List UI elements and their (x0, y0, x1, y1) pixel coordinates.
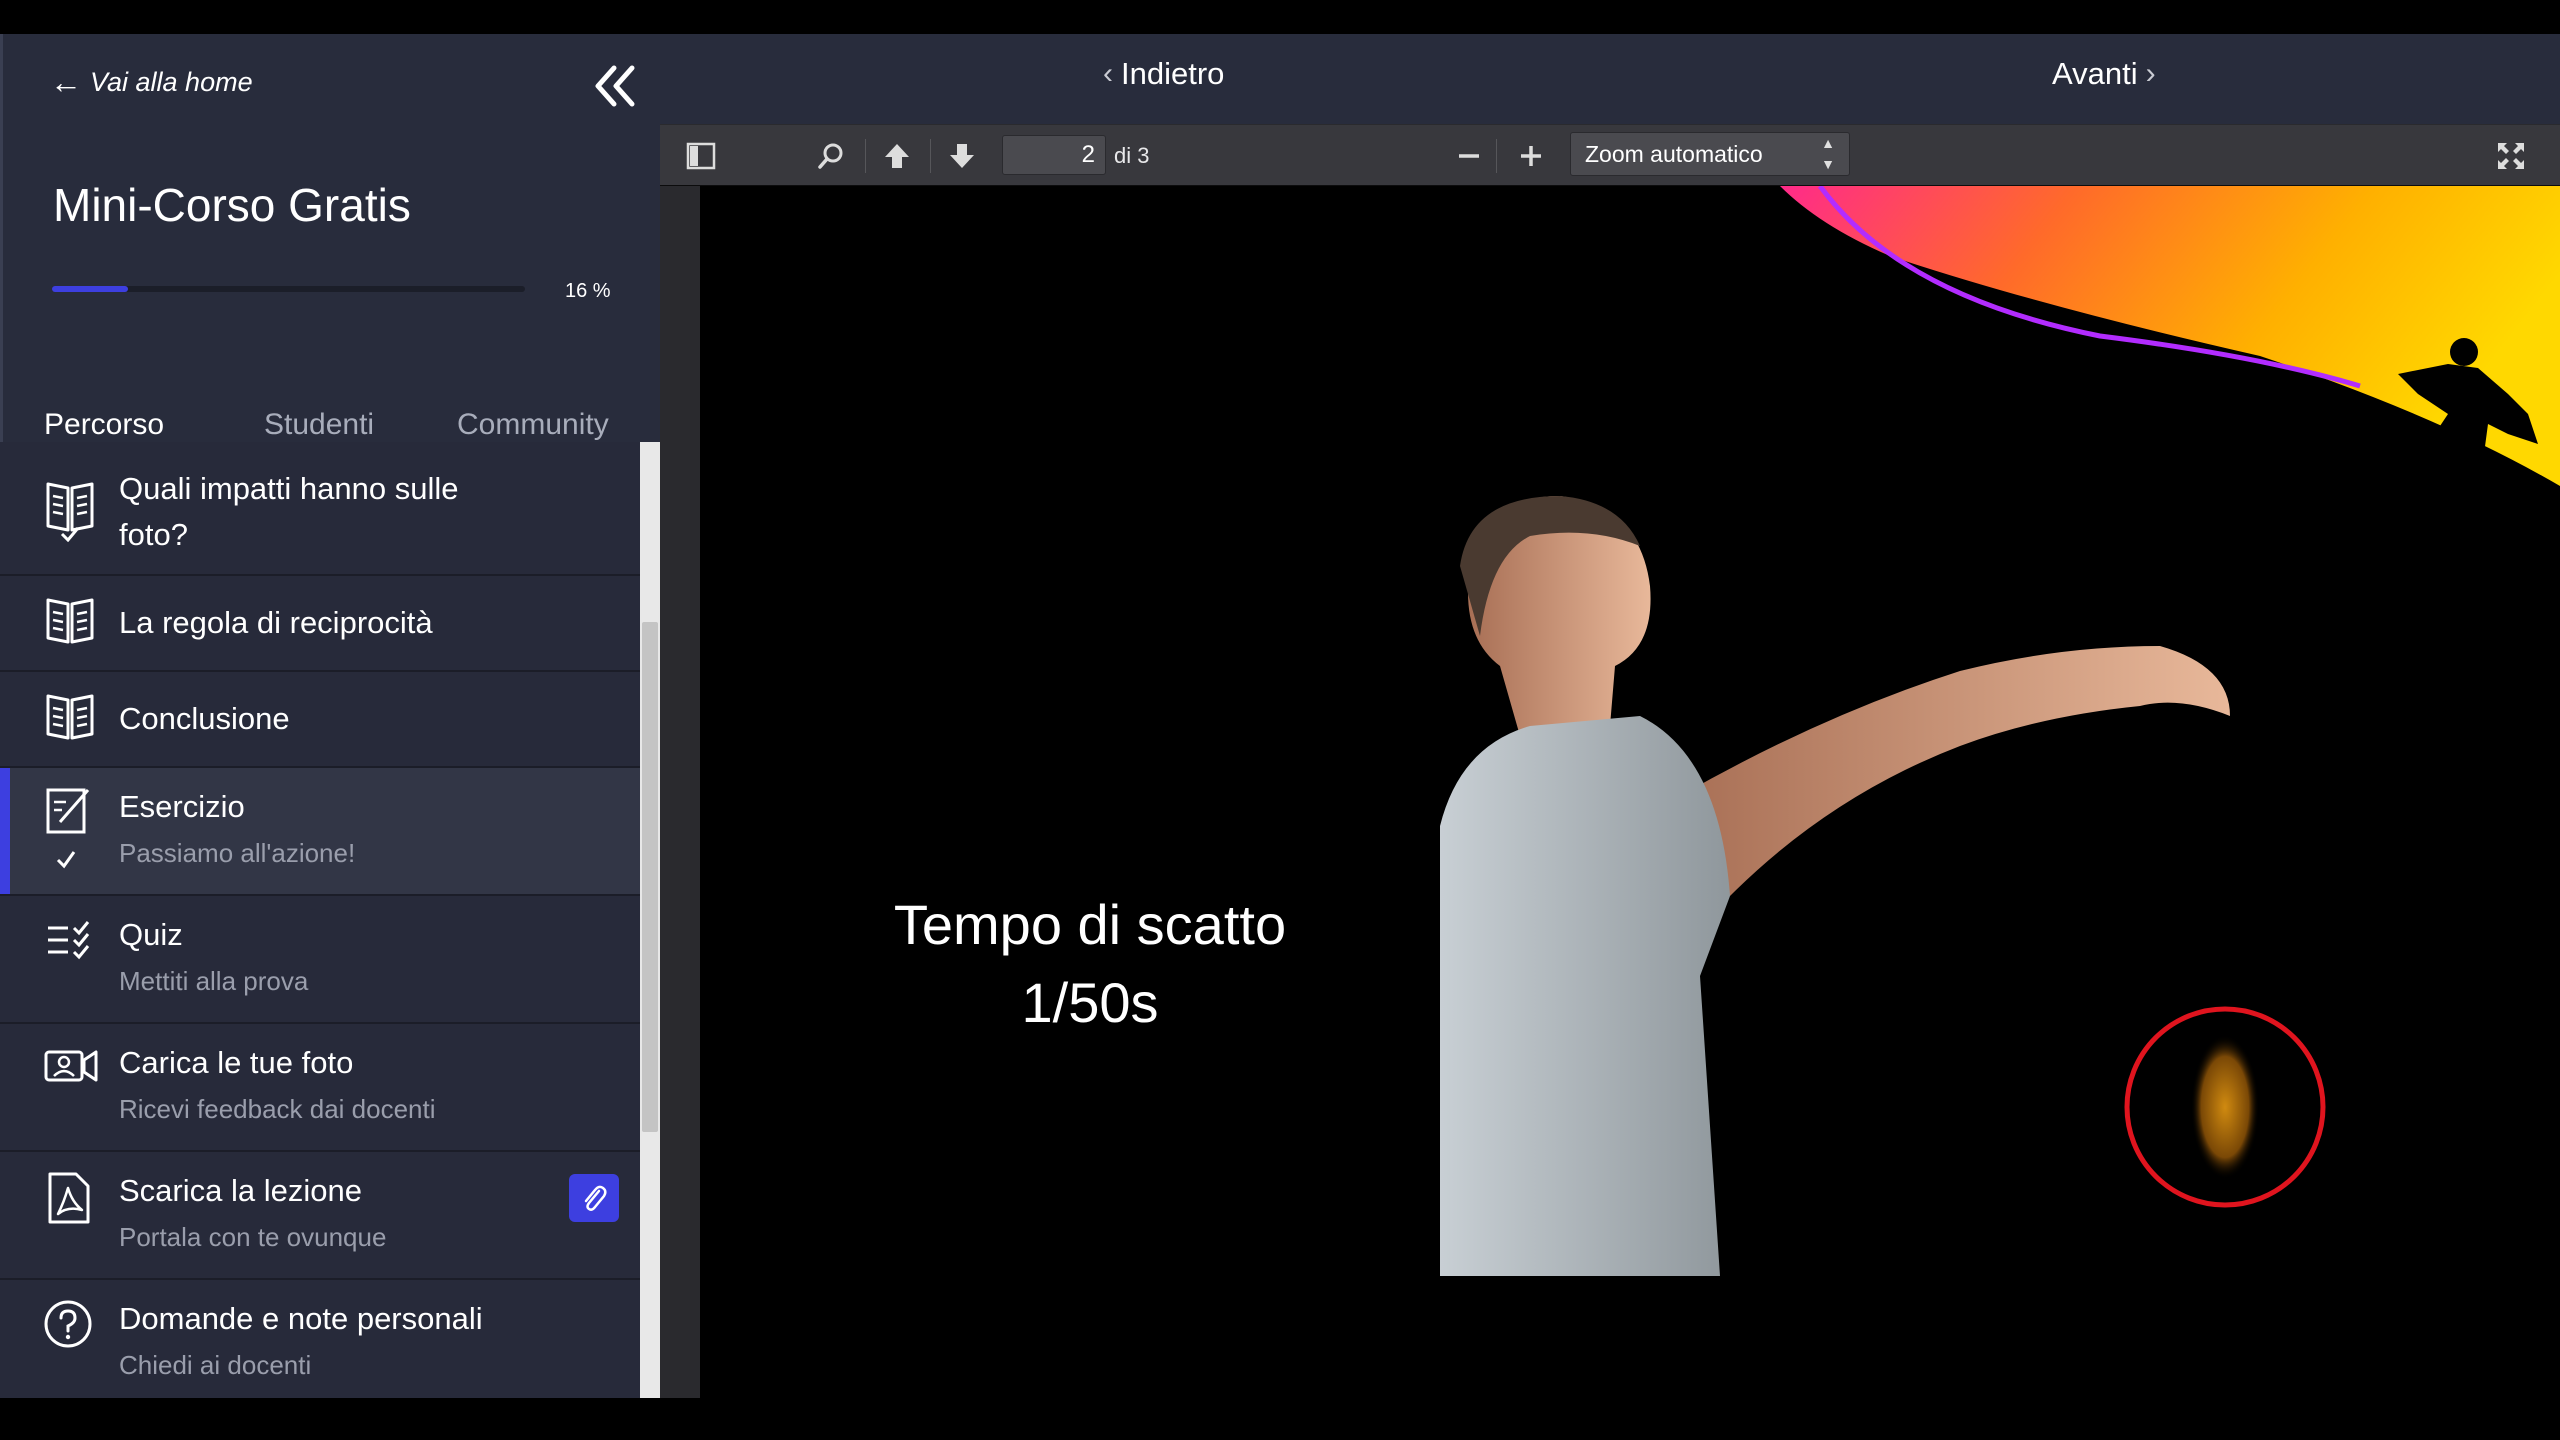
photo-upload-icon (44, 1046, 98, 1106)
search-icon[interactable] (812, 137, 850, 175)
chevron-right-icon: › (2145, 57, 2156, 90)
next-lesson-button[interactable]: Avanti › (2052, 56, 2156, 92)
previous-lesson-button[interactable]: ‹ Indietro (1103, 56, 1224, 92)
lesson-title-line1: Quali impatti hanno sulle (119, 471, 459, 506)
lesson-title: Quiz (119, 917, 183, 952)
course-progress-bar (52, 286, 525, 292)
lesson-subtitle: Mettiti alla prova (119, 966, 309, 996)
lesson-title: Scarica la lezione (119, 1173, 362, 1208)
slide-caption-line2: 1/50s (1021, 971, 1159, 1034)
highlight-circle (2124, 1006, 2326, 1208)
book-check-icon (44, 478, 98, 543)
course-progress-fill (52, 286, 128, 292)
book-icon (44, 692, 98, 752)
toolbar-separator (865, 139, 866, 173)
top-letterbox (0, 0, 2560, 34)
course-progress-percent: 16 % (565, 280, 611, 302)
select-arrows-icon: ▲ ▼ (1821, 135, 1835, 172)
chevron-left-icon: ‹ (1103, 57, 1113, 90)
attachment-button[interactable] (569, 1174, 619, 1222)
lesson-list-scrollbar[interactable] (640, 442, 660, 1398)
bottom-letterbox (0, 1398, 2560, 1440)
previous-page-icon[interactable] (878, 137, 916, 175)
lesson-item-scarica[interactable]: Scarica la lezione Portala con te ovunqu… (0, 1152, 640, 1280)
lesson-subtitle: Chiedi ai docenti (119, 1350, 312, 1380)
pdf-toolbar: 2 di 3 Zoom automatico ▲ ▼ (660, 124, 2560, 186)
lesson-title-line2: foto? (119, 517, 188, 552)
toolbar-separator (930, 139, 931, 173)
checklist-icon (44, 918, 98, 978)
slide-caption: Tempo di scatto 1/50s (810, 886, 1370, 1042)
pdf-icon (44, 1172, 98, 1232)
pdf-viewer-area[interactable]: Tempo di scatto 1/50s (660, 186, 2560, 1398)
fullscreen-icon[interactable] (2492, 137, 2530, 175)
lesson-subtitle: Portala con te ovunque (119, 1222, 387, 1252)
tab-studenti[interactable]: Studenti (264, 408, 374, 442)
page-total: di 3 (1114, 143, 1150, 168)
lesson-title: La regola di reciprocità (119, 605, 433, 640)
zoom-value: Zoom automatico (1585, 141, 1763, 167)
paperclip-icon (584, 1185, 607, 1211)
lesson-title: Esercizio (119, 789, 245, 824)
lesson-title: Quali impatti hanno sulle foto? (119, 466, 458, 558)
lesson-item-quiz[interactable]: Quiz Mettiti alla prova (0, 896, 640, 1024)
question-icon (44, 1300, 98, 1360)
lesson-item-conclusione[interactable]: Conclusione (0, 672, 640, 768)
lesson-title: Domande e note personali (119, 1301, 483, 1336)
lesson-navigation-bar: ‹ Indietro Avanti › (660, 34, 2560, 124)
tab-percorso[interactable]: Percorso (44, 408, 164, 442)
course-title: Mini-Corso Gratis (53, 179, 411, 231)
back-home-label: Vai alla home (90, 66, 253, 97)
photographer-silhouette (2398, 338, 2538, 464)
back-home-link[interactable]: ← Vai alla home (50, 66, 253, 98)
scrollbar-thumb[interactable] (642, 622, 658, 1132)
arrow-left-icon: ← (50, 64, 82, 100)
next-page-icon[interactable] (943, 137, 981, 175)
lesson-subtitle: Passiamo all'azione! (119, 838, 356, 868)
lesson-item-domande[interactable]: Domande e note personali Chiedi ai docen… (0, 1280, 640, 1398)
lesson-item-esercizio[interactable]: Esercizio Passiamo all'azione! (0, 768, 640, 896)
toggle-sidebar-icon[interactable] (682, 137, 720, 175)
zoom-out-icon[interactable] (1450, 137, 1488, 175)
lesson-list-viewport: Quali impatti hanno sulle foto? La regol… (0, 442, 640, 1398)
edit-check-icon (44, 784, 98, 869)
lesson-item-reciprocita[interactable]: La regola di reciprocità (0, 576, 640, 672)
lesson-subtitle: Ricevi feedback dai docenti (119, 1094, 436, 1124)
book-icon (44, 596, 98, 656)
page-number-input[interactable]: 2 (1002, 135, 1106, 175)
lesson-item-impatti[interactable]: Quali impatti hanno sulle foto? (0, 442, 640, 576)
lesson-title: Conclusione (119, 701, 290, 736)
lesson-item-carica-foto[interactable]: Carica le tue foto Ricevi feedback dai d… (0, 1024, 640, 1152)
previous-label: Indietro (1121, 56, 1225, 91)
toolbar-separator (1496, 139, 1497, 173)
pdf-page: Tempo di scatto 1/50s (700, 186, 2560, 1398)
collapse-sidebar-icon[interactable] (592, 56, 640, 116)
next-label: Avanti (2052, 56, 2138, 91)
active-lesson-indicator (0, 768, 10, 894)
zoom-select[interactable]: Zoom automatico ▲ ▼ (1570, 132, 1850, 176)
lesson-title: Carica le tue foto (119, 1045, 354, 1080)
zoom-in-icon[interactable] (1512, 137, 1550, 175)
tab-community[interactable]: Community (457, 408, 609, 442)
slide-caption-line1: Tempo di scatto (893, 893, 1287, 956)
